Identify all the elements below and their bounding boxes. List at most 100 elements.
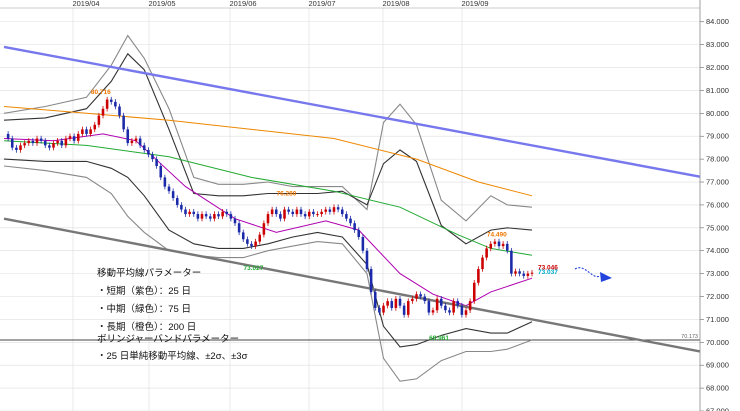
candle-body xyxy=(204,214,208,217)
candle-body xyxy=(6,133,10,139)
candle-body xyxy=(266,214,270,224)
candle-body xyxy=(353,223,356,231)
note-bb-title: ボリンジャーバンドパラメーター xyxy=(97,334,239,345)
candle-body xyxy=(481,257,484,270)
candle-body xyxy=(485,248,488,258)
candle-body xyxy=(229,214,233,219)
plot-background xyxy=(0,0,740,411)
candle-body xyxy=(324,209,328,212)
candle-body xyxy=(208,216,212,219)
candle-body xyxy=(444,305,447,311)
candle-body xyxy=(435,298,439,311)
candle-body xyxy=(274,209,278,215)
y-tick-label: 82.000 xyxy=(706,63,729,72)
x-tick-label: 2019/07 xyxy=(308,0,335,8)
candle-body xyxy=(283,209,286,219)
x-tick-label: 2019/05 xyxy=(148,0,175,8)
candle-body xyxy=(415,294,418,299)
candle-body xyxy=(175,198,179,205)
candle-body xyxy=(394,298,398,308)
candle-body xyxy=(357,230,361,237)
candle-body xyxy=(472,282,476,302)
price-annotation: 73.037 xyxy=(538,269,558,276)
candle-body xyxy=(526,273,530,276)
candle-body xyxy=(439,298,443,306)
candle-body xyxy=(142,145,146,150)
candle-body xyxy=(196,214,200,219)
candle-body xyxy=(312,211,315,215)
note-ma-short: ・短期（紫色）：25 日 xyxy=(97,285,191,297)
y-tick-label: 69.000 xyxy=(706,361,729,370)
candle-body xyxy=(477,269,480,283)
candle-body xyxy=(188,211,191,215)
candle-body xyxy=(345,214,348,219)
candle-body xyxy=(378,307,381,313)
candle-body xyxy=(382,305,385,313)
candle-body xyxy=(419,294,422,297)
candle-body xyxy=(19,145,22,150)
candle-body xyxy=(109,99,113,102)
candle-body xyxy=(35,138,39,144)
candle-body xyxy=(118,106,121,116)
candle-body xyxy=(398,298,402,306)
candle-body xyxy=(320,211,323,215)
candle-body xyxy=(373,291,377,308)
candle-body xyxy=(448,310,451,313)
candle-body xyxy=(31,140,35,144)
candle-body xyxy=(514,271,517,274)
candle-body xyxy=(336,207,340,210)
candle-body xyxy=(221,211,224,217)
candle-body xyxy=(122,115,125,130)
candle-body xyxy=(258,234,262,242)
note-ma-medium: ・中期（緑色）：75 日 xyxy=(97,303,191,315)
candle-body xyxy=(237,223,241,233)
candle-body xyxy=(155,159,158,166)
y-tick-label: 79.000 xyxy=(706,132,729,141)
candle-body xyxy=(518,271,521,274)
candle-body xyxy=(217,214,220,217)
candle-body xyxy=(147,149,150,155)
y-tick-label: 67.000 xyxy=(706,407,729,411)
candle-body xyxy=(89,129,92,134)
candle-body xyxy=(402,305,406,315)
candle-body xyxy=(522,273,526,276)
note-ma-title: 移動平均線パラメーター xyxy=(97,267,201,279)
candle-body xyxy=(114,101,117,107)
candle-body xyxy=(134,138,138,141)
candle-body xyxy=(81,129,84,134)
candle-body xyxy=(72,136,76,141)
candle-body xyxy=(39,138,43,141)
candle-body xyxy=(349,218,352,224)
candle-body xyxy=(287,209,290,212)
candle-body xyxy=(60,140,64,146)
candle-body xyxy=(241,232,245,240)
candle-body xyxy=(171,191,175,199)
price-annotation: 73.027 xyxy=(244,265,264,272)
candle-body xyxy=(464,310,468,315)
candle-body xyxy=(225,211,229,215)
candle-body xyxy=(43,140,47,146)
candle-body xyxy=(254,241,257,247)
x-tick-label: 2019/06 xyxy=(229,0,256,8)
y-tick-label: 83.000 xyxy=(706,40,729,49)
candle-body xyxy=(427,301,431,313)
price-annotation: 80.716 xyxy=(91,89,111,96)
candle-body xyxy=(505,243,509,251)
candle-body xyxy=(369,269,373,292)
candle-body xyxy=(180,204,183,210)
candle-body xyxy=(340,209,344,215)
price-annotation: 76.280 xyxy=(277,191,297,198)
candle-body xyxy=(52,143,55,148)
candle-body xyxy=(93,124,97,130)
y-tick-label: 71.000 xyxy=(706,315,729,324)
candle-body xyxy=(167,186,171,192)
candle-body xyxy=(452,301,455,313)
candle-body xyxy=(126,129,130,144)
y-tick-label: 81.000 xyxy=(706,86,729,95)
candle-body xyxy=(97,115,101,125)
candle-body xyxy=(460,305,464,315)
note-ma-long: ・長期（橙色）：200 日 xyxy=(97,321,196,333)
candle-body xyxy=(328,209,332,212)
candle-body xyxy=(489,243,493,249)
candle-body xyxy=(307,211,311,217)
